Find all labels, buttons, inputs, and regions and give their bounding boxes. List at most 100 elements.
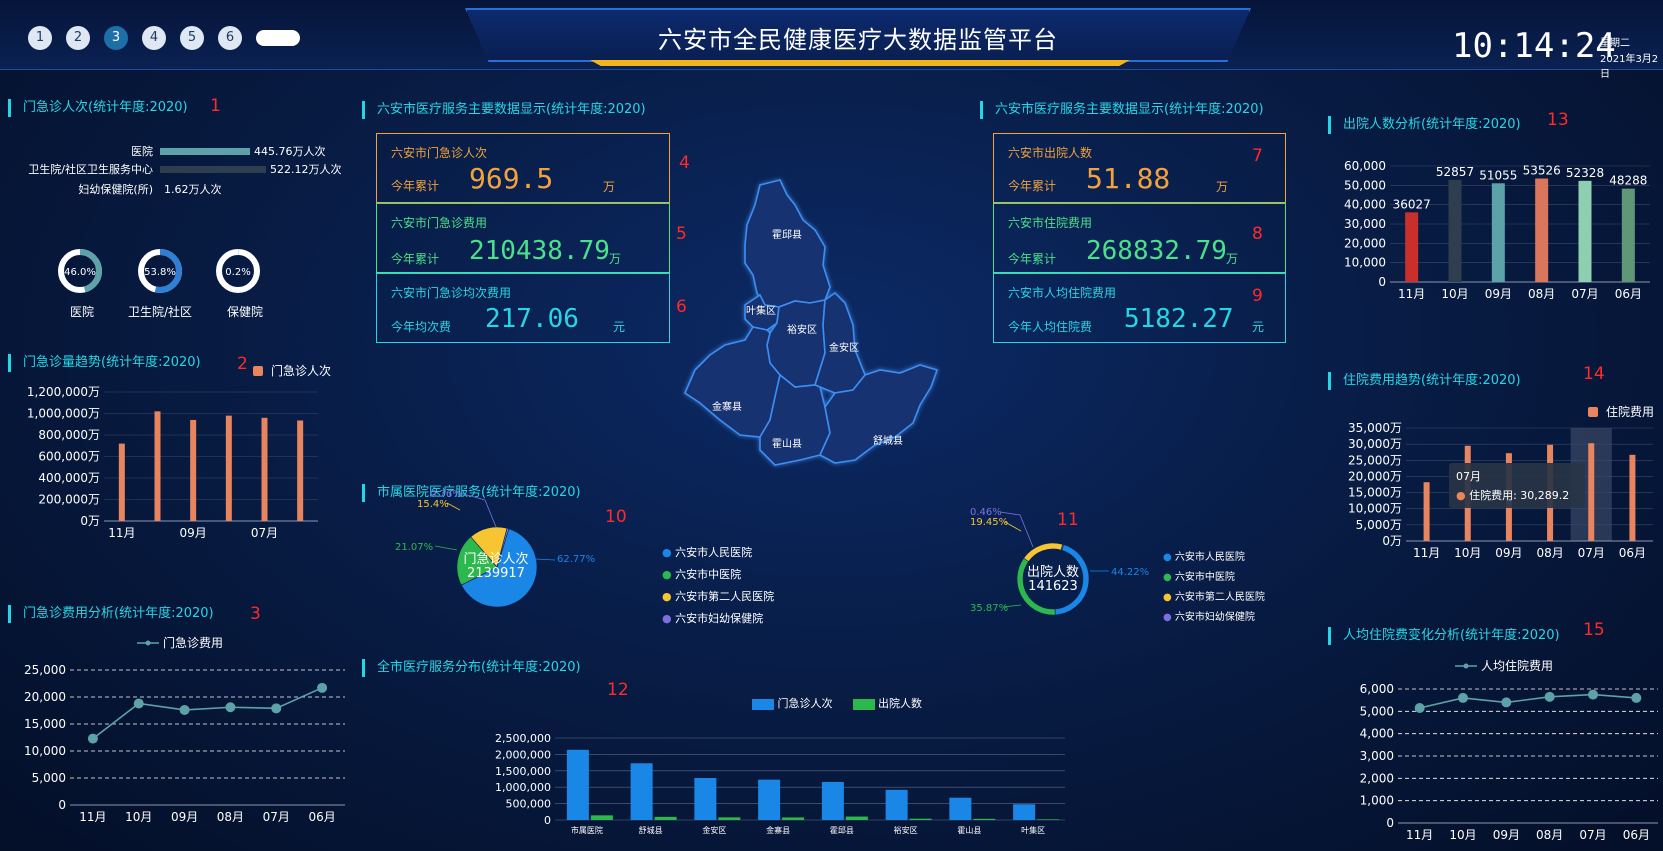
- legend-p12: 门急诊人次 出院人数: [752, 695, 922, 711]
- x-tick-label: 11月: [108, 526, 135, 540]
- map-label-shucheng: 舒城县: [873, 434, 903, 447]
- panel-13-title: 出院人数分析(统计年度:2020): [1328, 116, 1521, 134]
- x-tick-label: 市属医院: [571, 825, 603, 835]
- y-tick-label: 1,000,000万: [27, 407, 100, 421]
- panel-2-number: 2: [237, 354, 248, 374]
- legend-label: 人均住院费用: [1481, 659, 1553, 673]
- kpi-title: 六安市门急诊费用: [391, 216, 488, 230]
- legend-item: 门急诊人次: [752, 695, 833, 711]
- bar: [694, 778, 717, 820]
- y-tick-label: 0: [58, 798, 66, 812]
- bar-label-maternity: 妇幼保健院(所): [78, 183, 153, 196]
- line-point: [1458, 692, 1468, 703]
- panel-3-number: 3: [250, 604, 261, 624]
- bar-value-clinic: 522.12万人次: [270, 163, 342, 176]
- bar: [1535, 178, 1549, 282]
- y-tick-label: 25,000: [24, 663, 66, 677]
- pie-leader-line: [446, 502, 461, 511]
- x-tick-label: 舒城县: [639, 825, 663, 835]
- lu-an-map: 霍邱县 叶集区 裕安区 金安区 金寨县 霍山县 舒城县: [683, 179, 939, 466]
- legend-dot: [1463, 663, 1469, 669]
- bar: [1448, 179, 1462, 282]
- panel-14-number: 14: [1583, 364, 1605, 384]
- x-tick-label: 10月: [1454, 546, 1481, 560]
- y-tick-label: 3,000: [1360, 749, 1394, 763]
- pie-center-label: 门急诊人次: [463, 551, 528, 567]
- kpi-title: 六安市门急诊均次费用: [391, 286, 512, 300]
- bar: [949, 797, 972, 820]
- bar: [1578, 180, 1592, 282]
- line-point: [1544, 691, 1555, 702]
- x-tick-label: 07月: [1579, 828, 1606, 842]
- y-tick-label: 0: [1378, 275, 1386, 289]
- donut-center-label: 出院人数: [1027, 565, 1079, 580]
- panel-3-title: 门急诊费用分析(统计年度:2020): [8, 605, 214, 623]
- x-tick-label: 霍山县: [957, 825, 981, 835]
- map-region-jinzhai[interactable]: [683, 326, 781, 438]
- bar-label-clinic: 卫生院/社区卫生服务中心: [28, 163, 153, 176]
- page-button-4[interactable]: 4: [142, 26, 166, 50]
- panel-2-title: 门急诊量趋势(统计年度:2020): [8, 354, 201, 372]
- pie-leader-line: [534, 558, 556, 561]
- pie-pct-label: 19.45%: [970, 517, 1008, 528]
- chart-hospital-discharge-donut: 0.46%19.45%35.87%44.22%出院人数141623: [970, 507, 1149, 616]
- legend-item: ● 六安市第二人民医院: [662, 590, 775, 603]
- kpi-sub: 今年人均住院费: [1008, 320, 1093, 334]
- bar: [190, 419, 197, 521]
- pie-center-value: 2139917: [467, 566, 525, 581]
- pie-pct-label: 44.22%: [1111, 567, 1149, 578]
- autoplay-toggle[interactable]: [256, 30, 300, 46]
- chart-outpatient-trend: 1,200,000万 1,000,000万 800,000万 600,000万 400,…: [27, 363, 331, 540]
- page-button-5[interactable]: 5: [180, 26, 204, 50]
- pie-pct-label: 21.07%: [395, 542, 433, 553]
- page-button-3[interactable]: 3: [104, 26, 128, 50]
- x-tick-label: 10月: [1449, 828, 1476, 842]
- y-tick-label: 2,000,000: [495, 748, 551, 761]
- legend-item: ● 六安市中医院: [1163, 572, 1235, 583]
- y-tick-label: 600,000万: [38, 450, 100, 464]
- legend-item: ● 六安市妇幼保健院: [662, 612, 764, 625]
- legend-item: ● 六安市人民医院: [662, 546, 753, 559]
- donut-pct: 46.0%: [64, 267, 96, 278]
- legend-item: ● 六安市妇幼保健院: [1163, 612, 1255, 623]
- kpi-title: 六安市出院人数: [1008, 146, 1093, 160]
- page-button-6[interactable]: 6: [218, 26, 242, 50]
- panel-13-number: 13: [1547, 110, 1569, 130]
- page-button-1[interactable]: 1: [28, 26, 52, 50]
- kpi-card-discharges: 六安市出院人数 今年累计 51.88 万 7: [993, 133, 1286, 203]
- y-tick-label: 0: [544, 814, 551, 827]
- legend-item: ● 六安市第二人民医院: [1163, 592, 1265, 603]
- clock: 10:14:24: [1452, 26, 1616, 66]
- bar: [1405, 212, 1419, 282]
- pie-slice: [1023, 542, 1064, 562]
- center-left-title: 六安市医疗服务主要数据显示(统计年度:2020): [362, 101, 646, 119]
- y-tick-label: 1,200,000万: [27, 385, 100, 399]
- panel-7-number: 7: [1252, 146, 1263, 166]
- bar: [821, 781, 844, 820]
- bar: [885, 789, 908, 820]
- legend-dot: [145, 640, 151, 646]
- donut-label-clinic: 卫生院/社区: [128, 305, 193, 319]
- pie-pct-label: 15.4%: [417, 499, 449, 510]
- kpi-sub: 今年累计: [391, 252, 440, 266]
- bar-fill-hospital: [160, 148, 250, 155]
- kpi-value: 210438.79: [469, 236, 610, 266]
- bar: [1013, 804, 1036, 820]
- line-series: [1419, 693, 1637, 709]
- x-tick-label: 06月: [1619, 546, 1646, 560]
- kpi-value: 217.06: [485, 304, 579, 334]
- x-tick-label: 10月: [125, 810, 152, 824]
- pie-leader-line: [434, 545, 458, 551]
- y-tick-label: 2,500,000: [495, 732, 551, 745]
- x-tick-label: 06月: [1615, 287, 1642, 301]
- y-tick-label: 200,000万: [38, 493, 100, 507]
- y-tick-label: 2,000: [1360, 771, 1394, 785]
- map-region-huoqiu[interactable]: [744, 179, 831, 308]
- line-point: [225, 702, 236, 713]
- y-tick-label: 0: [1386, 816, 1394, 830]
- bar: [654, 816, 677, 820]
- kpi-unit: 万: [603, 180, 616, 194]
- panel-15-title: 人均住院费变化分析(统计年度:2020): [1328, 627, 1560, 645]
- panel-4-number: 4: [679, 153, 690, 173]
- page-button-2[interactable]: 2: [66, 26, 90, 50]
